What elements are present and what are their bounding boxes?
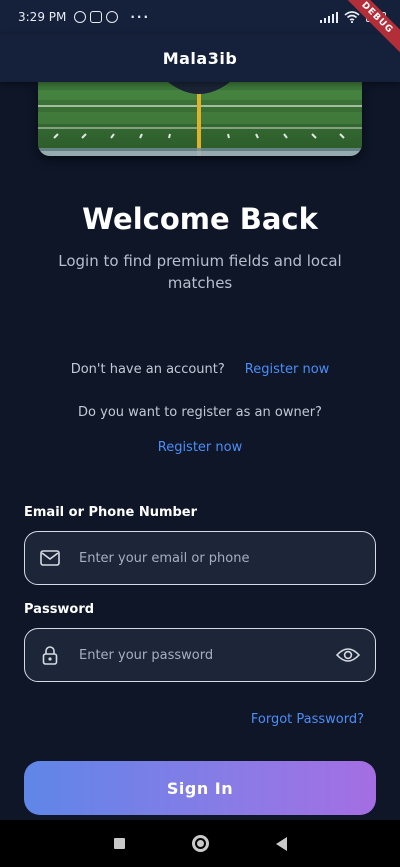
wifi-icon bbox=[344, 11, 360, 23]
more-notifications-icon: ··· bbox=[130, 10, 151, 24]
password-input[interactable] bbox=[79, 647, 335, 663]
email-label: Email or Phone Number bbox=[24, 505, 198, 520]
password-label: Password bbox=[24, 602, 95, 617]
game-icon bbox=[90, 11, 103, 23]
eye-icon[interactable] bbox=[335, 644, 361, 666]
mail-icon bbox=[39, 547, 61, 569]
signal-icon bbox=[319, 11, 338, 23]
email-field-container[interactable] bbox=[24, 531, 376, 585]
password-field-container[interactable] bbox=[24, 628, 376, 682]
register-prompt: Don't have an account? bbox=[70, 362, 225, 377]
email-input[interactable] bbox=[79, 550, 361, 566]
home-icon[interactable] bbox=[191, 835, 209, 852]
recent-apps-icon[interactable] bbox=[113, 838, 125, 849]
system-navigation-bar bbox=[0, 820, 400, 867]
register-now-link[interactable]: Register now bbox=[245, 362, 329, 377]
whatsapp-icon bbox=[74, 11, 87, 23]
app-notification-icon bbox=[106, 11, 119, 23]
owner-register-prompt: Do you want to register as an owner? bbox=[78, 405, 322, 420]
hero-field-image bbox=[38, 82, 362, 156]
forgot-password-link[interactable]: Forgot Password? bbox=[251, 712, 364, 727]
app-bar-title: Mala3ib bbox=[0, 34, 400, 82]
sign-in-button[interactable]: Sign In bbox=[24, 761, 376, 815]
lock-icon bbox=[39, 644, 61, 666]
owner-register-now-link[interactable]: Register now bbox=[158, 440, 242, 455]
status-time: 3:29 PM bbox=[18, 10, 67, 24]
status-bar: 3:29 PM ··· DEBUG bbox=[0, 0, 400, 56]
register-row: Don't have an account? Register now bbox=[0, 362, 400, 377]
back-icon[interactable] bbox=[275, 836, 287, 851]
welcome-title: Welcome Back bbox=[82, 202, 318, 236]
welcome-subtitle: Login to find premium fields and local m… bbox=[58, 252, 342, 292]
